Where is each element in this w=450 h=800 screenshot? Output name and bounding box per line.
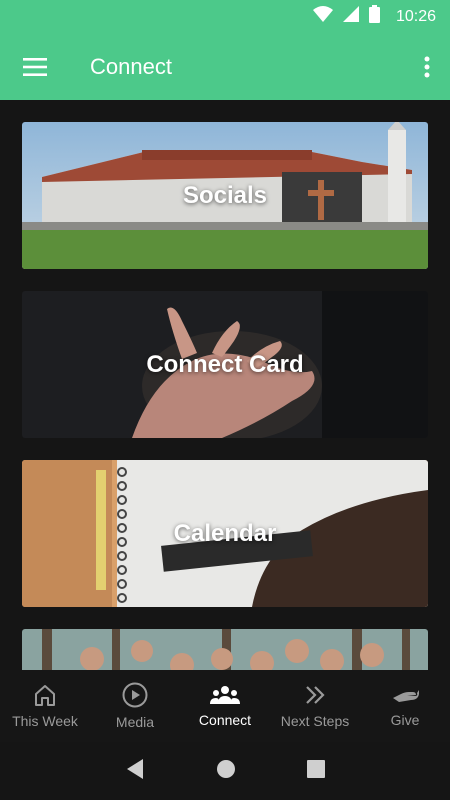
connect-card-card[interactable]: Connect Card bbox=[22, 291, 428, 438]
double-chevron-icon bbox=[303, 683, 327, 707]
calendar-card[interactable]: Calendar bbox=[22, 460, 428, 607]
system-nav-bar bbox=[0, 742, 450, 800]
signal-icon bbox=[342, 6, 359, 27]
back-icon[interactable] bbox=[125, 758, 145, 785]
play-circle-icon bbox=[122, 682, 148, 708]
nav-this-week[interactable]: This Week bbox=[0, 670, 90, 742]
recents-icon[interactable] bbox=[306, 759, 325, 783]
nav-label-media: Media bbox=[115, 714, 155, 730]
card-label-socials: Socials bbox=[182, 181, 268, 209]
nav-label-this-week: This Week bbox=[12, 713, 78, 729]
more-vert-icon[interactable] bbox=[404, 33, 450, 100]
app-bar: Connect bbox=[0, 33, 450, 100]
give-hand-icon bbox=[391, 684, 419, 706]
nav-next-steps[interactable]: Next Steps bbox=[270, 670, 360, 742]
nav-label-connect: Connect bbox=[198, 712, 252, 728]
wifi-icon bbox=[312, 6, 333, 27]
group-card[interactable] bbox=[22, 629, 428, 670]
hamburger-menu-icon[interactable] bbox=[0, 33, 70, 100]
nav-media[interactable]: Media bbox=[90, 670, 180, 742]
battery-icon bbox=[368, 5, 380, 28]
group-icon bbox=[210, 684, 240, 706]
nav-give[interactable]: Give bbox=[360, 670, 450, 742]
card-label-connect-card: Connect Card bbox=[146, 350, 304, 378]
bottom-nav: This Week Media Connect Next Steps Give bbox=[0, 670, 450, 742]
nav-connect[interactable]: Connect bbox=[180, 670, 270, 742]
nav-label-next-steps: Next Steps bbox=[280, 713, 350, 729]
page-title: Connect bbox=[90, 53, 172, 79]
home-icon bbox=[33, 683, 57, 707]
card-label-calendar: Calendar bbox=[173, 519, 277, 547]
card-list: Socials Connect Card Calendar bbox=[0, 100, 450, 670]
status-time: 10:26 bbox=[395, 7, 436, 25]
socials-card[interactable]: Socials bbox=[22, 122, 428, 269]
status-bar: 10:26 bbox=[0, 0, 450, 33]
nav-label-give: Give bbox=[390, 712, 420, 728]
home-circle-icon[interactable] bbox=[216, 759, 236, 784]
group-photo bbox=[22, 629, 428, 670]
